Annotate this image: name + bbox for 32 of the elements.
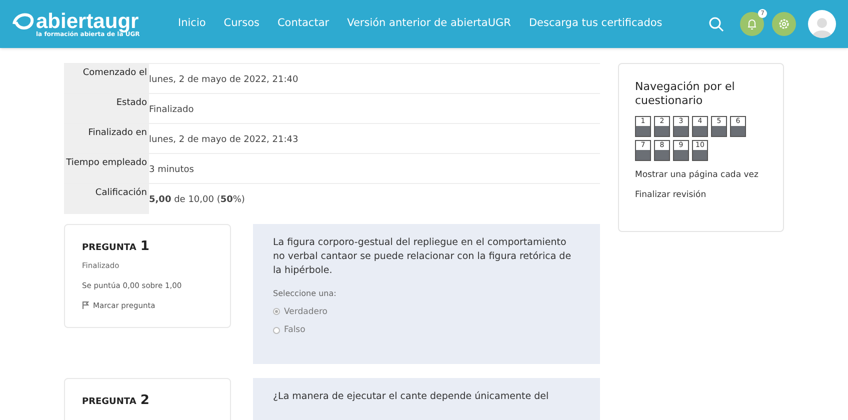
option-label: Falso <box>284 324 306 337</box>
question-number: 1 <box>140 238 150 256</box>
radio-button[interactable] <box>273 308 280 316</box>
question-text: ¿La manera de ejecutar el cante depende únicamente del <box>273 390 550 404</box>
user-silhouette-icon <box>812 16 832 38</box>
option-label: Verdadero <box>284 306 328 318</box>
bell-icon <box>746 18 758 30</box>
panel-link[interactable]: Mostrar una página cada vez <box>635 169 767 182</box>
question-prefix: PREGUNTA <box>82 242 136 254</box>
summary-label: Tiempo empleado <box>64 154 149 184</box>
summary-value: lunes, 2 de mayo de 2022, 21:40 <box>149 64 600 94</box>
summary-value: lunes, 2 de mayo de 2022, 21:43 <box>149 124 600 154</box>
summary-value: 3 minutos <box>149 154 600 184</box>
panel-link[interactable]: Finalizar revisión <box>635 188 767 202</box>
search-icon[interactable] <box>708 16 724 32</box>
summary-label: Comenzado el <box>64 64 149 94</box>
radio-button[interactable] <box>273 327 280 334</box>
settings-icon <box>778 18 790 30</box>
flag-icon <box>82 301 89 310</box>
answer-prompt: Seleccione una: <box>273 288 338 300</box>
summary-label: Estado <box>64 94 149 124</box>
summary-value: Finalizado <box>149 94 600 124</box>
question-text: La figura corporo-gestual del repliegue en el comportamiento no verbal cantaor se puede relacionar con la figura retórica de la hipérbole. <box>273 236 572 278</box>
summary-label: Calificación <box>64 184 149 214</box>
summary-label: Finalizado en <box>64 124 149 154</box>
question-prefix: PREGUNTA <box>82 396 136 408</box>
logo-swirl-icon <box>12 10 36 32</box>
question-number: 2 <box>140 392 150 410</box>
avatar[interactable] <box>808 10 836 38</box>
summary-value: 5,00 de 10,00 (50%) <box>149 184 600 214</box>
settings-button[interactable] <box>772 12 796 36</box>
panel-title: Navegación por el cuestionario <box>635 80 736 108</box>
